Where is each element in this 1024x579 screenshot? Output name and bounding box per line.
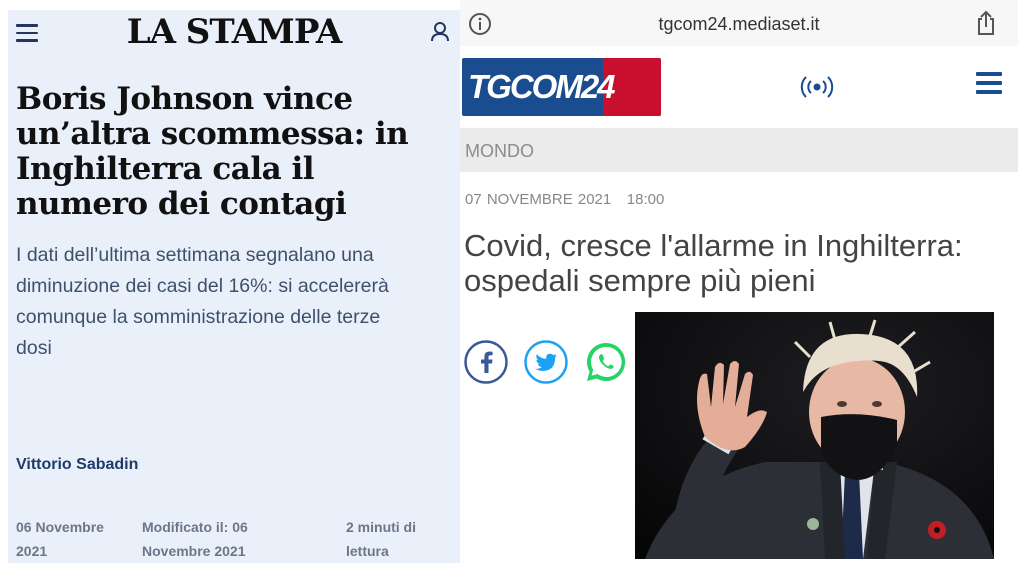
reading-time: 2 minuti di lettura <box>346 519 416 559</box>
author-link[interactable]: Vittorio Sabadin <box>16 456 138 474</box>
share-icon[interactable] <box>976 10 996 36</box>
modified-date: Modificato il: 06 Novembre 2021 <box>142 519 248 559</box>
article-time: 18:00 <box>626 191 665 208</box>
article-subtitle: I dati dell’ultima settimana segnalano u… <box>16 244 389 359</box>
article-headline: Covid, cresce l'allarme in Inghilterra: … <box>464 228 963 298</box>
lastampa-logo[interactable]: LA STAMPA <box>8 12 460 52</box>
publish-date: 06 Novembre 2021 <box>16 519 104 559</box>
boris-johnson-photo-illustration <box>635 312 994 559</box>
section-label[interactable]: MONDO <box>465 141 534 162</box>
url-text[interactable]: tgcom24.mediaset.it <box>460 14 1018 35</box>
twitter-icon[interactable] <box>524 340 568 384</box>
menu-icon[interactable] <box>976 72 1002 94</box>
live-broadcast-icon[interactable] <box>800 72 834 102</box>
section-bar: MONDO <box>460 128 1018 172</box>
facebook-icon[interactable] <box>464 340 508 384</box>
site-header: TGCOM24 <box>460 46 1018 128</box>
article-headline: Boris Johnson vince un’altra scommessa: … <box>16 81 409 222</box>
user-icon[interactable] <box>430 21 450 43</box>
article-date: 07 NOVEMBRE 2021 <box>465 191 612 208</box>
article-dateline: 07 NOVEMBRE 2021 18:00 <box>465 191 664 208</box>
whatsapp-icon[interactable] <box>584 340 628 384</box>
tgcom24-article-panel: tgcom24.mediaset.it TGCOM24 MONDO 07 NOV… <box>460 0 1018 563</box>
browser-url-bar[interactable]: tgcom24.mediaset.it <box>460 0 1018 46</box>
lastampa-article-panel: LA STAMPA Boris Johnson vince un’altra s… <box>8 10 460 563</box>
article-photo <box>635 312 994 559</box>
tgcom24-logo[interactable]: TGCOM24 <box>462 58 661 116</box>
